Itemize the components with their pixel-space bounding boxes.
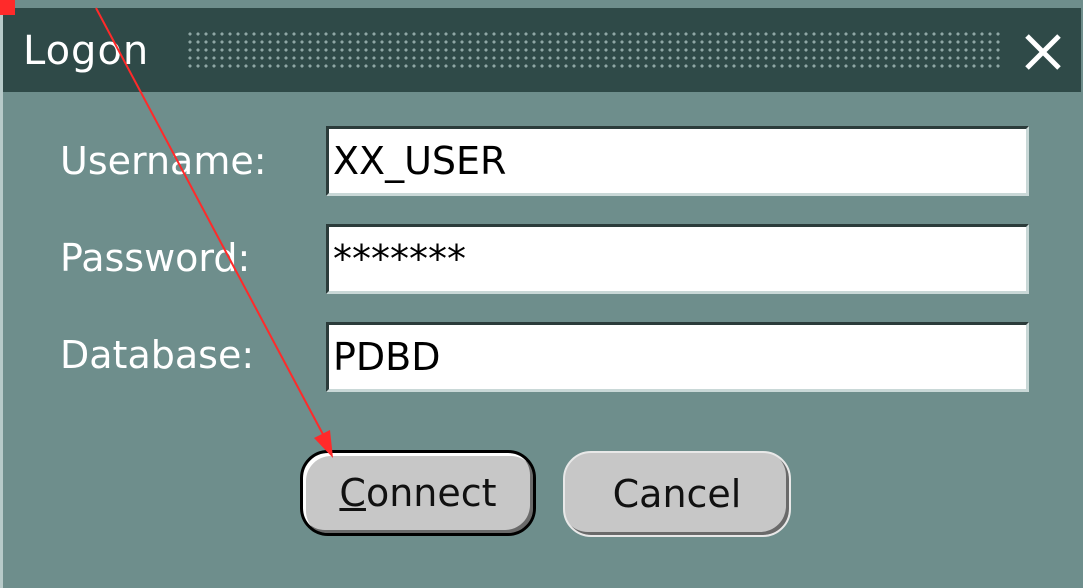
connect-label: onnect [365,471,497,515]
logon-dialog: Logon Username: Password: Database: Conn… [0,0,1083,588]
cancel-button[interactable]: Cancel [563,451,791,537]
database-label: Database: [60,333,255,377]
username-field[interactable] [326,126,1029,196]
window-title: Logon [23,28,150,74]
username-label: Username: [60,139,267,183]
connect-mnemonic: C [339,471,366,515]
title-bar[interactable]: Logon [3,8,1081,92]
close-icon[interactable] [1021,16,1071,86]
cancel-label: Cancel [612,472,742,516]
password-field[interactable] [326,224,1029,294]
annotation-marker [0,0,15,15]
database-field[interactable] [326,322,1029,392]
connect-button[interactable]: Connect [300,450,536,536]
title-bar-grip [186,30,1004,72]
password-label: Password: [60,236,251,280]
